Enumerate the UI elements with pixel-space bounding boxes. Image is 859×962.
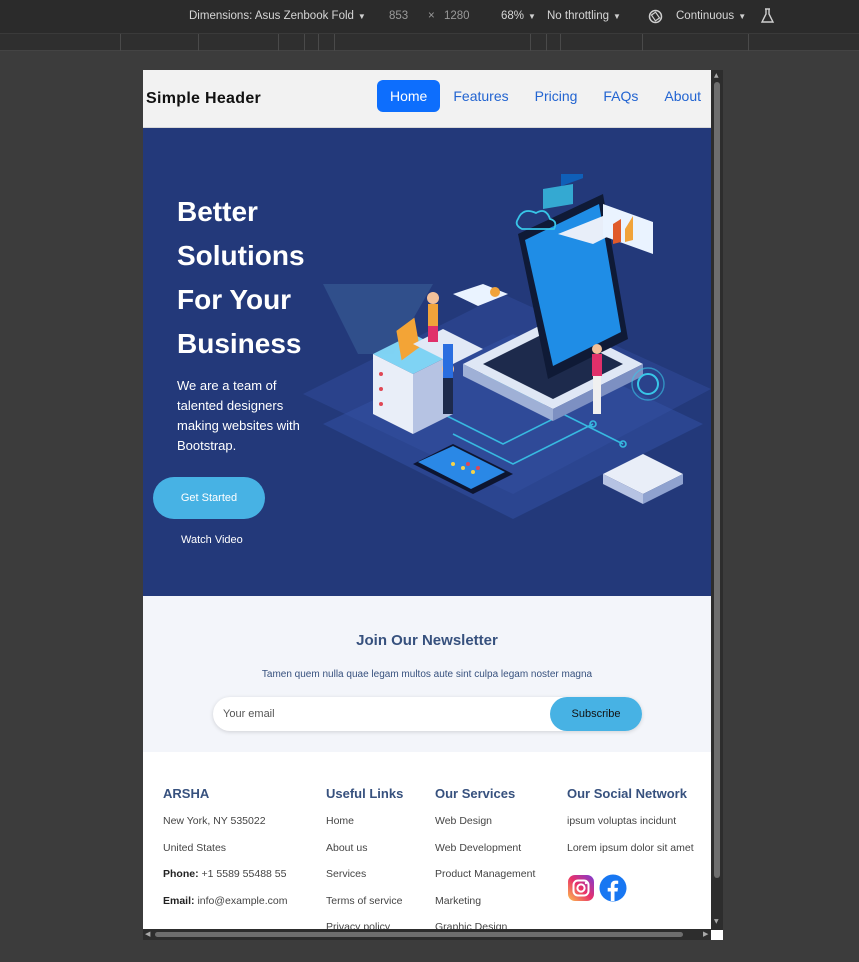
social-text-2: Lorem ipsum dolor sit amet xyxy=(567,841,694,854)
service-product-management[interactable]: Product Management xyxy=(435,868,535,895)
vertical-scrollbar[interactable]: ▲ ▼ xyxy=(711,70,723,930)
times-sign: × xyxy=(428,10,435,22)
nav-faqs[interactable]: FAQs xyxy=(590,80,651,112)
hero-illustration xyxy=(303,174,711,519)
newsletter-section: Join Our Newsletter Tamen quem nulla qua… xyxy=(143,596,711,752)
social-icons xyxy=(567,874,694,902)
scroll-up-arrow-icon[interactable]: ▲ xyxy=(714,72,719,79)
chevron-down-icon: ▼ xyxy=(738,11,747,21)
vertical-scroll-thumb[interactable] xyxy=(714,82,720,878)
hero-text: We are a team of talented designers maki… xyxy=(177,378,300,453)
footer-link-home[interactable]: Home xyxy=(326,815,403,842)
nav-pricing[interactable]: Pricing xyxy=(522,80,591,112)
web-page: Simple Header Home Features Pricing FAQs… xyxy=(143,70,711,940)
nav-about[interactable]: About xyxy=(651,80,714,112)
scroll-right-arrow-icon[interactable]: ▶ xyxy=(703,930,708,938)
footer-link-about[interactable]: About us xyxy=(326,842,403,869)
site-header: Simple Header Home Features Pricing FAQs… xyxy=(143,70,711,128)
watch-video-link[interactable]: Watch Video xyxy=(181,534,243,546)
chevron-down-icon: ▼ xyxy=(357,11,366,21)
email-value: info@example.com xyxy=(197,894,288,907)
throttling-value: No throttling xyxy=(547,10,610,22)
newsletter-title: Join Our Newsletter xyxy=(356,632,498,649)
rotate-icon[interactable] xyxy=(647,8,664,25)
dimensions-dropdown[interactable]: Dimensions: Asus Zenbook Fold ▼ xyxy=(189,10,366,22)
newsletter-subtitle: Tamen quem nulla quae legam multos aute … xyxy=(261,669,593,680)
chevron-down-icon: ▼ xyxy=(528,11,536,21)
instagram-icon[interactable] xyxy=(567,874,595,902)
service-marketing[interactable]: Marketing xyxy=(435,895,535,922)
throttling-dropdown[interactable]: No throttling ▼ xyxy=(547,10,621,22)
service-web-development[interactable]: Web Development xyxy=(435,842,535,869)
hero-section: Better Solutions For Your Business We ar… xyxy=(143,128,711,596)
footer-social: Our Social Network ipsum voluptas incidu… xyxy=(567,786,694,902)
horizontal-scrollbar[interactable]: ◀ ▶ xyxy=(143,929,711,940)
device-viewport: Simple Header Home Features Pricing FAQs… xyxy=(143,70,723,940)
newsletter-form: Subscribe xyxy=(213,697,642,731)
mode-dropdown[interactable]: Continuous ▼ xyxy=(676,10,746,22)
mode-value: Continuous xyxy=(676,10,735,22)
scroll-down-arrow-icon[interactable]: ▼ xyxy=(714,918,719,925)
email-label: Email: xyxy=(163,894,195,907)
footer-useful-links: Useful Links Home About us Services Term… xyxy=(326,786,403,940)
site-footer: ARSHA New York, NY 535022 United States … xyxy=(143,752,711,940)
social-text-1: ipsum voluptas incidunt xyxy=(567,815,677,827)
footer-services: Our Services Web Design Web Development … xyxy=(435,786,535,940)
dimensions-label: Dimensions: Asus Zenbook Fold xyxy=(189,10,354,22)
footer-contact: ARSHA New York, NY 535022 United States … xyxy=(163,786,287,921)
devtools-device-toolbar: Dimensions: Asus Zenbook Fold ▼ 853 × 12… xyxy=(0,0,859,34)
social-title: Our Social Network xyxy=(567,786,687,801)
our-services-title: Our Services xyxy=(435,786,516,801)
email-input[interactable] xyxy=(223,705,543,723)
site-brand[interactable]: Simple Header xyxy=(146,90,261,108)
subscribe-button[interactable]: Subscribe xyxy=(550,697,642,731)
zoom-dropdown[interactable]: 68% ▼ xyxy=(501,10,536,22)
phone-value: +1 5589 55488 55 xyxy=(201,868,287,880)
footer-address-line-2: United States xyxy=(163,841,227,854)
scroll-left-arrow-icon[interactable]: ◀ xyxy=(145,930,150,938)
phone-label: Phone: xyxy=(163,868,199,880)
nav-features[interactable]: Features xyxy=(440,80,521,112)
footer-link-services[interactable]: Services xyxy=(326,868,403,895)
chevron-down-icon: ▼ xyxy=(613,11,621,21)
facebook-icon[interactable] xyxy=(599,874,627,902)
footer-phone: Phone: +1 5589 55488 55 xyxy=(163,868,287,895)
service-web-design[interactable]: Web Design xyxy=(435,815,535,842)
footer-email: Email: info@example.com xyxy=(163,895,287,922)
experiment-flask-icon[interactable] xyxy=(760,8,775,24)
main-nav: Home Features Pricing FAQs About xyxy=(377,80,714,112)
nav-home[interactable]: Home xyxy=(377,80,441,112)
get-started-button[interactable]: Get Started xyxy=(153,477,265,519)
height-input[interactable]: 1280 xyxy=(444,10,470,22)
footer-brand: ARSHA xyxy=(163,786,210,801)
horizontal-scroll-thumb[interactable] xyxy=(155,932,683,937)
footer-link-terms[interactable]: Terms of service xyxy=(326,895,403,922)
useful-links-title: Useful Links xyxy=(326,786,404,801)
footer-address-line-1: New York, NY 535022 xyxy=(163,815,266,827)
zoom-value: 68% xyxy=(501,10,525,22)
width-input[interactable]: 853 xyxy=(389,10,408,22)
media-query-ruler[interactable] xyxy=(0,34,859,51)
